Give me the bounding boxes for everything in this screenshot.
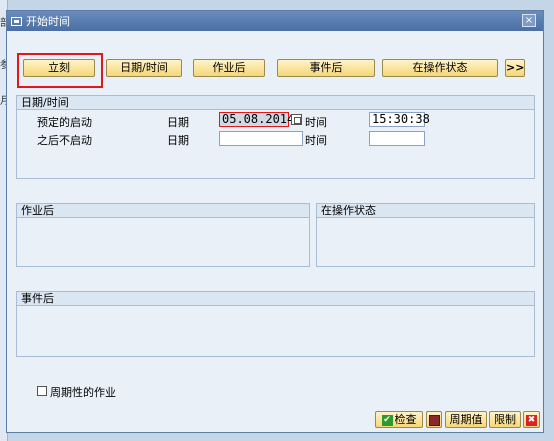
- scheduled-time-field[interactable]: 15:30:38: [369, 112, 430, 127]
- close-button[interactable]: ×: [522, 14, 536, 27]
- cancel-icon: ✖: [526, 414, 537, 426]
- after-event-button[interactable]: 事件后: [277, 59, 375, 77]
- no-start-date-label: 日期: [167, 134, 189, 147]
- no-start-time-field[interactable]: [369, 131, 425, 146]
- save-button[interactable]: [426, 411, 442, 428]
- periodic-values-button[interactable]: 周期值: [445, 411, 487, 428]
- scheduled-start-label: 预定的启动: [37, 116, 92, 129]
- datetime-button[interactable]: 日期/时间: [106, 59, 182, 77]
- dialog-titlebar: 开始时间 ×: [7, 11, 543, 31]
- calendar-icon[interactable]: [291, 114, 302, 125]
- scheduled-date-field[interactable]: 05.08.2014: [219, 112, 294, 127]
- restrictions-button[interactable]: 限制: [489, 411, 521, 428]
- more-button[interactable]: >>: [505, 59, 525, 77]
- periodic-job-label: 周期性的作业: [50, 386, 116, 399]
- save-icon: [428, 414, 440, 426]
- immediate-button[interactable]: 立刻: [23, 59, 95, 77]
- start-time-dialog: 开始时间 × 立刻 日期/时间 作业后 事件后 在操作状态 >> 日期/时间 预…: [6, 10, 544, 433]
- check-label: 检查: [394, 413, 417, 426]
- no-start-date-field[interactable]: [219, 131, 303, 146]
- no-start-time-label: 时间: [305, 134, 327, 147]
- op-mode-group: 在操作状态: [316, 203, 535, 267]
- after-job-group: 作业后: [16, 203, 310, 267]
- scheduled-time-label: 时间: [305, 116, 327, 129]
- datetime-group-title: 日期/时间: [17, 96, 534, 110]
- op-mode-button[interactable]: 在操作状态: [382, 59, 498, 77]
- window-icon: [11, 16, 22, 26]
- periodic-job-checkbox[interactable]: [37, 386, 47, 396]
- op-mode-group-title: 在操作状态: [317, 204, 534, 218]
- scheduled-date-label: 日期: [167, 116, 189, 129]
- no-start-after-label: 之后不启动: [37, 134, 92, 147]
- after-event-group: 事件后: [16, 291, 535, 357]
- check-button[interactable]: ✔ 检查: [375, 411, 423, 428]
- after-job-button[interactable]: 作业后: [193, 59, 265, 77]
- after-job-group-title: 作业后: [17, 204, 309, 218]
- check-icon: ✔: [381, 414, 393, 426]
- cancel-button[interactable]: ✖: [523, 411, 540, 428]
- dialog-title: 开始时间: [26, 15, 70, 28]
- after-event-group-title: 事件后: [17, 292, 534, 306]
